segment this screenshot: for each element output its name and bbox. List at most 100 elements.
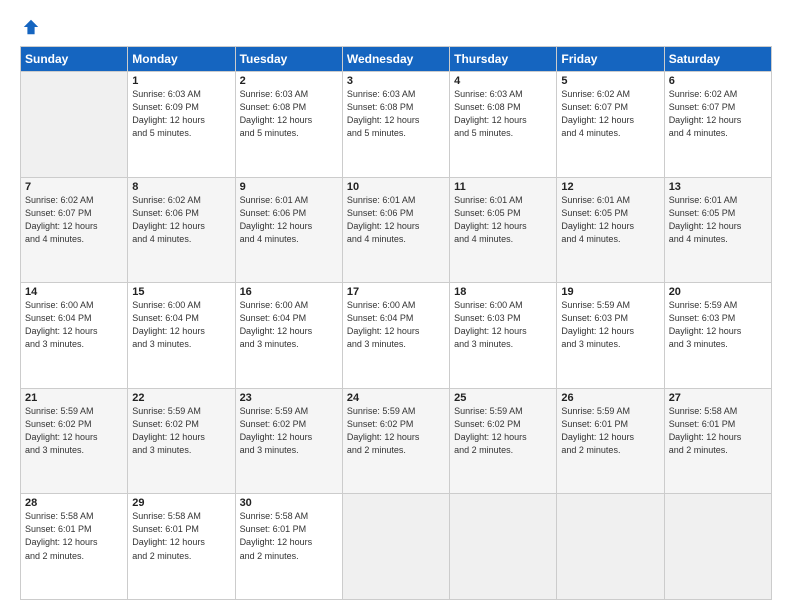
day-number: 11 xyxy=(454,181,552,193)
day-info: Sunrise: 6:00 AM Sunset: 6:03 PM Dayligh… xyxy=(454,299,552,351)
calendar-cell: 22Sunrise: 5:59 AM Sunset: 6:02 PM Dayli… xyxy=(128,388,235,494)
day-number: 10 xyxy=(347,181,445,193)
day-info: Sunrise: 6:01 AM Sunset: 6:06 PM Dayligh… xyxy=(347,194,445,246)
day-info: Sunrise: 5:58 AM Sunset: 6:01 PM Dayligh… xyxy=(132,510,230,562)
calendar-week-row: 1Sunrise: 6:03 AM Sunset: 6:09 PM Daylig… xyxy=(21,72,772,178)
day-number: 23 xyxy=(240,392,338,404)
calendar-cell xyxy=(450,494,557,600)
day-number: 5 xyxy=(561,75,659,87)
day-number: 9 xyxy=(240,181,338,193)
calendar-cell: 23Sunrise: 5:59 AM Sunset: 6:02 PM Dayli… xyxy=(235,388,342,494)
day-info: Sunrise: 6:00 AM Sunset: 6:04 PM Dayligh… xyxy=(132,299,230,351)
calendar-cell: 3Sunrise: 6:03 AM Sunset: 6:08 PM Daylig… xyxy=(342,72,449,178)
calendar-week-row: 14Sunrise: 6:00 AM Sunset: 6:04 PM Dayli… xyxy=(21,283,772,389)
day-number: 2 xyxy=(240,75,338,87)
calendar-cell: 29Sunrise: 5:58 AM Sunset: 6:01 PM Dayli… xyxy=(128,494,235,600)
day-number: 17 xyxy=(347,286,445,298)
calendar-cell: 12Sunrise: 6:01 AM Sunset: 6:05 PM Dayli… xyxy=(557,177,664,283)
calendar-cell: 4Sunrise: 6:03 AM Sunset: 6:08 PM Daylig… xyxy=(450,72,557,178)
day-number: 27 xyxy=(669,392,767,404)
day-number: 30 xyxy=(240,497,338,509)
page: SundayMondayTuesdayWednesdayThursdayFrid… xyxy=(0,0,792,612)
day-number: 20 xyxy=(669,286,767,298)
calendar-cell: 19Sunrise: 5:59 AM Sunset: 6:03 PM Dayli… xyxy=(557,283,664,389)
calendar-cell: 17Sunrise: 6:00 AM Sunset: 6:04 PM Dayli… xyxy=(342,283,449,389)
logo xyxy=(20,18,40,36)
day-number: 13 xyxy=(669,181,767,193)
day-number: 12 xyxy=(561,181,659,193)
calendar-header-friday: Friday xyxy=(557,47,664,72)
day-number: 6 xyxy=(669,75,767,87)
calendar-cell: 2Sunrise: 6:03 AM Sunset: 6:08 PM Daylig… xyxy=(235,72,342,178)
calendar-cell: 27Sunrise: 5:58 AM Sunset: 6:01 PM Dayli… xyxy=(664,388,771,494)
day-number: 3 xyxy=(347,75,445,87)
calendar-cell: 13Sunrise: 6:01 AM Sunset: 6:05 PM Dayli… xyxy=(664,177,771,283)
day-info: Sunrise: 5:59 AM Sunset: 6:02 PM Dayligh… xyxy=(132,405,230,457)
day-number: 16 xyxy=(240,286,338,298)
day-info: Sunrise: 6:00 AM Sunset: 6:04 PM Dayligh… xyxy=(240,299,338,351)
day-number: 21 xyxy=(25,392,123,404)
day-info: Sunrise: 6:00 AM Sunset: 6:04 PM Dayligh… xyxy=(25,299,123,351)
day-number: 19 xyxy=(561,286,659,298)
calendar-cell xyxy=(342,494,449,600)
day-info: Sunrise: 5:58 AM Sunset: 6:01 PM Dayligh… xyxy=(669,405,767,457)
day-info: Sunrise: 5:59 AM Sunset: 6:02 PM Dayligh… xyxy=(454,405,552,457)
day-info: Sunrise: 5:59 AM Sunset: 6:02 PM Dayligh… xyxy=(25,405,123,457)
calendar-cell: 8Sunrise: 6:02 AM Sunset: 6:06 PM Daylig… xyxy=(128,177,235,283)
day-info: Sunrise: 5:59 AM Sunset: 6:01 PM Dayligh… xyxy=(561,405,659,457)
calendar-cell: 5Sunrise: 6:02 AM Sunset: 6:07 PM Daylig… xyxy=(557,72,664,178)
calendar-table: SundayMondayTuesdayWednesdayThursdayFrid… xyxy=(20,46,772,600)
day-number: 14 xyxy=(25,286,123,298)
day-info: Sunrise: 6:01 AM Sunset: 6:06 PM Dayligh… xyxy=(240,194,338,246)
day-number: 7 xyxy=(25,181,123,193)
day-info: Sunrise: 6:02 AM Sunset: 6:07 PM Dayligh… xyxy=(669,88,767,140)
calendar-cell: 1Sunrise: 6:03 AM Sunset: 6:09 PM Daylig… xyxy=(128,72,235,178)
calendar-header-monday: Monday xyxy=(128,47,235,72)
calendar-cell: 20Sunrise: 5:59 AM Sunset: 6:03 PM Dayli… xyxy=(664,283,771,389)
calendar-cell: 28Sunrise: 5:58 AM Sunset: 6:01 PM Dayli… xyxy=(21,494,128,600)
day-info: Sunrise: 6:03 AM Sunset: 6:08 PM Dayligh… xyxy=(240,88,338,140)
day-number: 29 xyxy=(132,497,230,509)
calendar-header-row: SundayMondayTuesdayWednesdayThursdayFrid… xyxy=(21,47,772,72)
calendar-cell: 21Sunrise: 5:59 AM Sunset: 6:02 PM Dayli… xyxy=(21,388,128,494)
day-number: 24 xyxy=(347,392,445,404)
day-info: Sunrise: 6:03 AM Sunset: 6:08 PM Dayligh… xyxy=(347,88,445,140)
calendar-header-saturday: Saturday xyxy=(664,47,771,72)
calendar-cell: 7Sunrise: 6:02 AM Sunset: 6:07 PM Daylig… xyxy=(21,177,128,283)
calendar-cell: 26Sunrise: 5:59 AM Sunset: 6:01 PM Dayli… xyxy=(557,388,664,494)
calendar-cell xyxy=(664,494,771,600)
calendar-cell: 24Sunrise: 5:59 AM Sunset: 6:02 PM Dayli… xyxy=(342,388,449,494)
day-info: Sunrise: 6:00 AM Sunset: 6:04 PM Dayligh… xyxy=(347,299,445,351)
calendar-cell: 18Sunrise: 6:00 AM Sunset: 6:03 PM Dayli… xyxy=(450,283,557,389)
day-number: 26 xyxy=(561,392,659,404)
day-number: 22 xyxy=(132,392,230,404)
day-info: Sunrise: 6:02 AM Sunset: 6:07 PM Dayligh… xyxy=(25,194,123,246)
calendar-header-thursday: Thursday xyxy=(450,47,557,72)
header xyxy=(20,18,772,36)
day-number: 8 xyxy=(132,181,230,193)
day-info: Sunrise: 5:58 AM Sunset: 6:01 PM Dayligh… xyxy=(240,510,338,562)
day-info: Sunrise: 6:02 AM Sunset: 6:06 PM Dayligh… xyxy=(132,194,230,246)
calendar-week-row: 28 Sunrise: 5:58 AM Sunset: 6:01 PM Dayli… xyxy=(21,494,772,600)
calendar-header-wednesday: Wednesday xyxy=(342,47,449,72)
day-number: 18 xyxy=(454,286,552,298)
logo-icon xyxy=(22,18,40,36)
calendar-cell xyxy=(21,72,128,178)
day-info: Sunrise: 5:59 AM Sunset: 6:02 PM Dayligh… xyxy=(347,405,445,457)
day-info: Sunrise: 5:59 AM Sunset: 6:03 PM Dayligh… xyxy=(669,299,767,351)
calendar-cell xyxy=(557,494,664,600)
day-info: Sunrise: 6:01 AM Sunset: 6:05 PM Dayligh… xyxy=(561,194,659,246)
day-info: Sunrise: 6:03 AM Sunset: 6:09 PM Dayligh… xyxy=(132,88,230,140)
day-number: 1 xyxy=(132,75,230,87)
day-info: Sunrise: 6:01 AM Sunset: 6:05 PM Dayligh… xyxy=(669,194,767,246)
calendar-cell: 16Sunrise: 6:00 AM Sunset: 6:04 PM Dayli… xyxy=(235,283,342,389)
calendar-cell: 11Sunrise: 6:01 AM Sunset: 6:05 PM Dayli… xyxy=(450,177,557,283)
calendar-week-row: 7Sunrise: 6:02 AM Sunset: 6:07 PM Daylig… xyxy=(21,177,772,283)
day-number: 25 xyxy=(454,392,552,404)
day-info: Sunrise: 6:03 AM Sunset: 6:08 PM Dayligh… xyxy=(454,88,552,140)
day-number: 28 xyxy=(25,497,123,509)
calendar-cell: 30Sunrise: 5:58 AM Sunset: 6:01 PM Dayli… xyxy=(235,494,342,600)
calendar-cell: 6Sunrise: 6:02 AM Sunset: 6:07 PM Daylig… xyxy=(664,72,771,178)
day-info: Sunrise: 6:01 AM Sunset: 6:05 PM Dayligh… xyxy=(454,194,552,246)
calendar-week-row: 21Sunrise: 5:59 AM Sunset: 6:02 PM Dayli… xyxy=(21,388,772,494)
